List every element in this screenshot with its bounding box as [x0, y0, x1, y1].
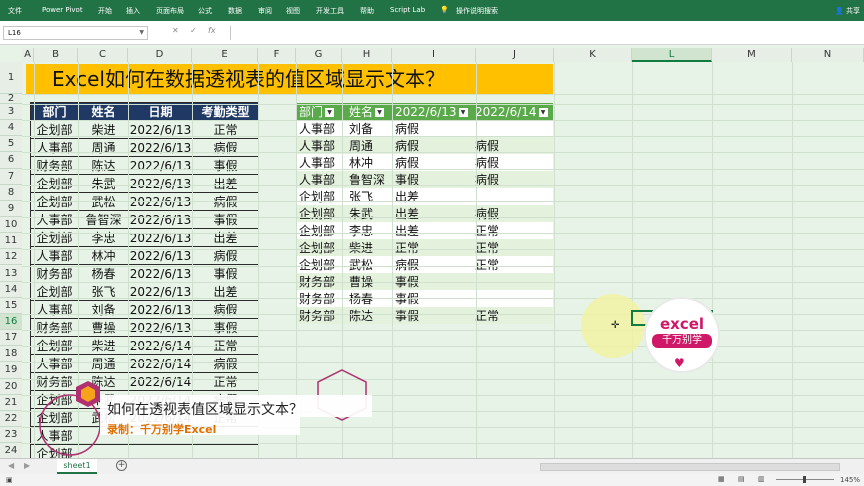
logo-subtext: 千万别学: [652, 334, 712, 348]
caption-banner: 如何在透视表值区域显示文本？ 录制：千万别学Excel: [82, 395, 372, 437]
caption-subtitle: 录制：千万别学Excel: [107, 423, 217, 436]
caption-title: 如何在透视表值区域显示文本？: [107, 402, 303, 418]
cursor-icon: ✛: [611, 320, 620, 331]
logo-text: excel: [659, 315, 705, 333]
heart-icon: ♥: [674, 356, 685, 370]
